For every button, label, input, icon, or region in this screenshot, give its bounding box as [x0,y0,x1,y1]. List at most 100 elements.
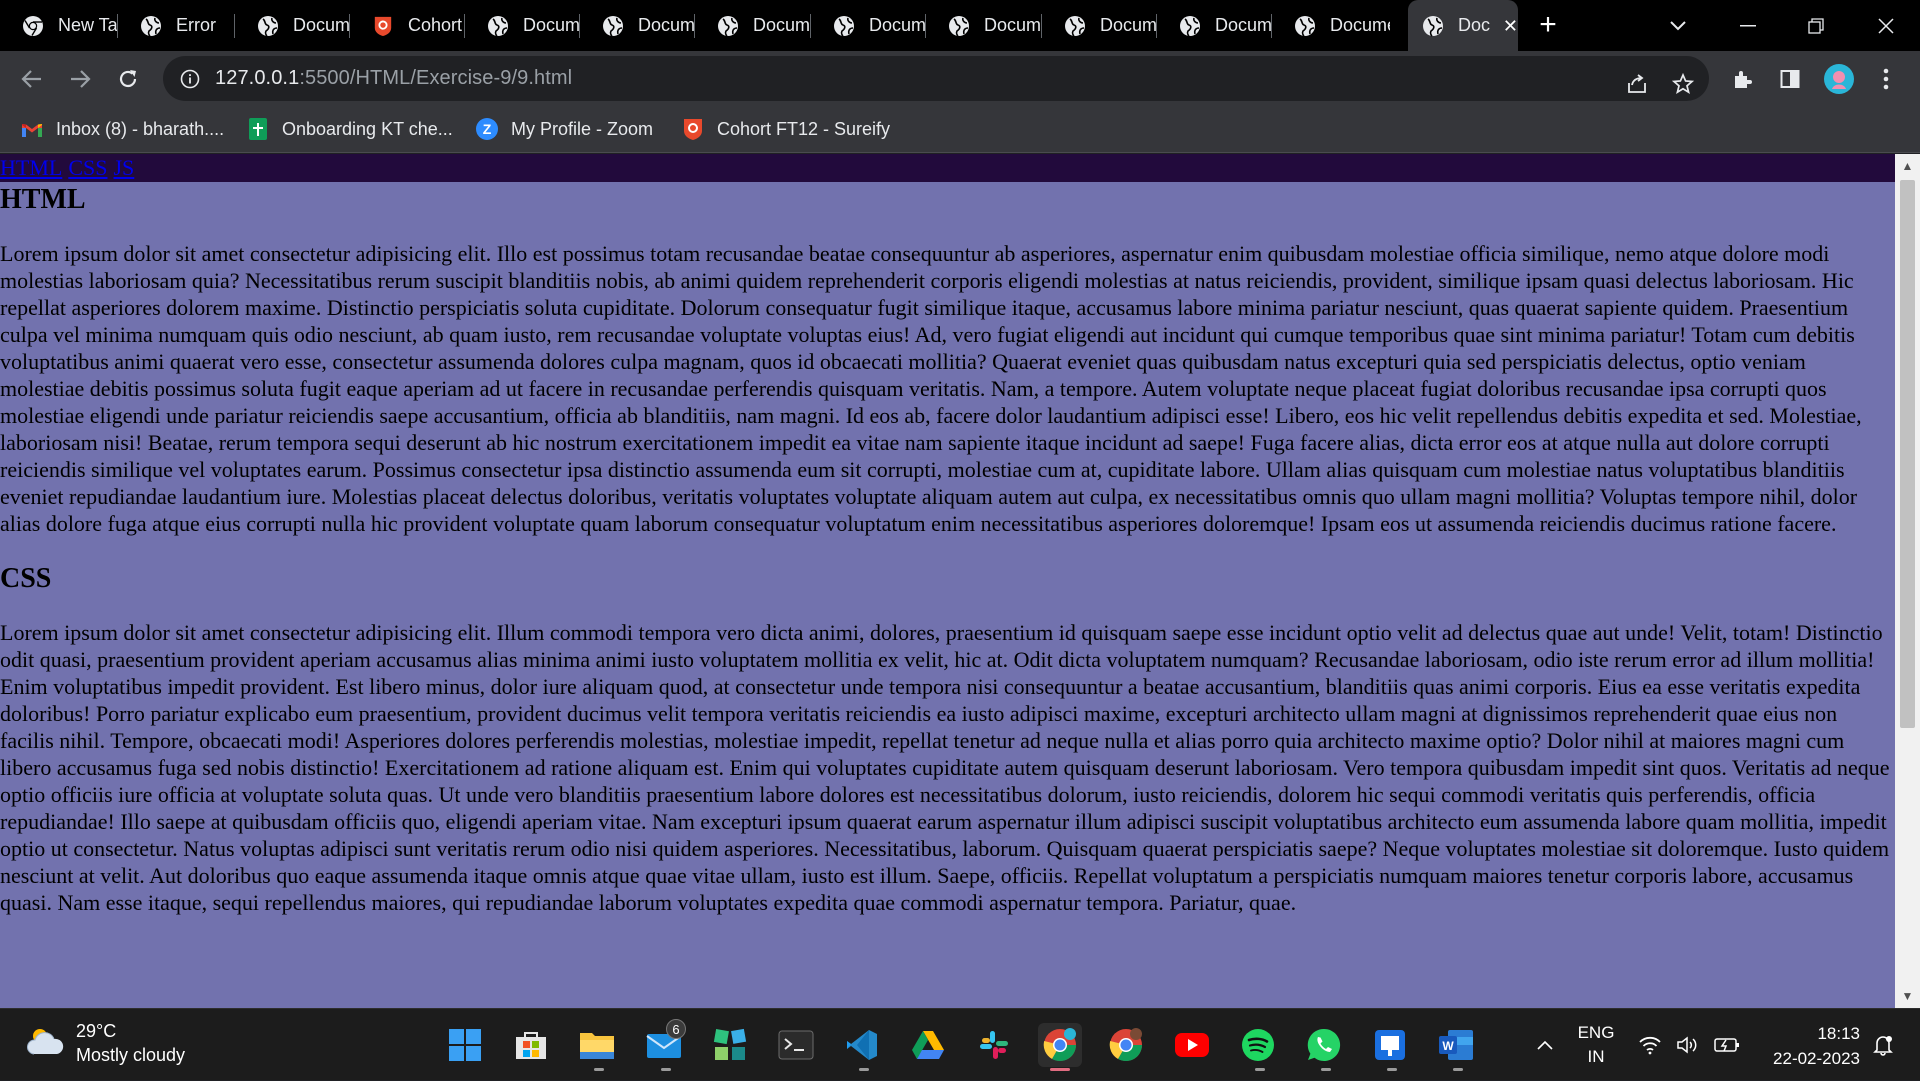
slack-icon[interactable] [972,1023,1016,1067]
wifi-icon[interactable] [1636,1009,1664,1081]
running-indicator [1255,1068,1265,1071]
cohort-icon [372,15,394,37]
tab[interactable]: Document [235,0,350,51]
bookmark-cohort[interactable]: Cohort FT12 - Sureify [681,116,890,142]
sheets-icon [246,117,270,141]
region-code: IN [1587,1047,1605,1066]
bookmark-label: Inbox (8) - bharath.... [56,118,225,139]
bookmark-label: My Profile - Zoom [511,118,654,139]
chrome-menu-icon[interactable] [1868,61,1904,97]
reload-button[interactable] [110,61,146,97]
volume-icon[interactable] [1674,1009,1702,1081]
tab[interactable]: Error [118,0,235,51]
running-indicator [1387,1068,1397,1071]
globe-icon [1064,15,1086,37]
page-scrollbar[interactable]: ▲ ▼ [1895,154,1920,1008]
url-text: 127.0.0.1:5500/HTML/Exercise-9/9.html [215,67,572,90]
bookmark-zoom[interactable]: Z My Profile - Zoom [475,116,653,142]
section-heading: CSS [0,563,52,594]
tab-title: Document [638,15,695,35]
tab-strip: New TabErrorDocumentCohortDocumentDocume… [0,0,1920,51]
tab[interactable]: Document [1272,0,1390,51]
scroll-down-icon[interactable]: ▼ [1895,984,1920,1008]
minimize-button[interactable] [1718,0,1778,51]
globe-icon [257,15,279,37]
clock-date: 22-02-2023 [1773,1049,1860,1068]
vscode-icon[interactable] [840,1023,884,1067]
tab[interactable]: Document [926,0,1042,51]
tab-active[interactable]: Document ✕ [1408,0,1518,51]
share-icon[interactable] [1619,66,1655,102]
bookmark-onboarding[interactable]: Onboarding KT che... [246,116,453,142]
weather-widget[interactable]: 29°C Mostly cloudy [26,1019,185,1067]
new-tab-button[interactable]: + [1530,8,1566,44]
tab[interactable]: Document [1042,0,1157,51]
start-icon[interactable] [443,1023,487,1067]
tab-search-icon[interactable] [1648,0,1708,51]
show-hidden-icons-icon[interactable] [1530,1009,1560,1081]
tab-title: New Tab [58,15,118,35]
todo-icon[interactable] [1368,1023,1412,1067]
section-css: CSS Lorem ipsum dolor sit amet consectet… [0,561,1895,916]
forward-button[interactable] [62,61,98,97]
mail-icon[interactable]: 6 [642,1019,686,1067]
tab[interactable]: New Tab [0,0,118,51]
widgets-icon[interactable] [708,1023,752,1067]
tab[interactable]: Document [1157,0,1272,51]
spotify-icon[interactable] [1236,1023,1280,1067]
running-indicator [594,1068,604,1071]
site-info-icon[interactable] [179,68,201,90]
file-explorer-icon[interactable] [575,1023,619,1067]
tab-title: Document [869,15,926,35]
tab[interactable]: Document [465,0,580,51]
scroll-up-icon[interactable]: ▲ [1895,154,1920,178]
browser-toolbar: 127.0.0.1:5500/HTML/Exercise-9/9.html [0,51,1920,106]
battery-icon[interactable] [1712,1009,1742,1081]
page-viewport: HTML CSS JS HTML Lorem ipsum dolor sit a… [0,154,1895,1008]
page-navbar: HTML CSS JS [0,154,1895,182]
gmail-icon [20,117,44,141]
extensions-icon[interactable] [1724,61,1760,97]
nav-link-js[interactable]: JS [113,155,134,181]
zoom-icon: Z [475,117,499,141]
language-code: ENG [1577,1023,1615,1042]
tab[interactable]: Cohort [350,0,465,51]
language-indicator[interactable]: ENG IN [1570,1009,1622,1081]
globe-icon [948,15,970,37]
tab[interactable]: Document [580,0,695,51]
profile-avatar[interactable] [1821,61,1857,97]
scrollbar-thumb[interactable] [1900,180,1915,728]
address-bar[interactable]: 127.0.0.1:5500/HTML/Exercise-9/9.html [163,56,1709,101]
tab[interactable]: Document [811,0,926,51]
whatsapp-icon[interactable] [1302,1023,1346,1067]
google-drive-icon[interactable] [906,1023,950,1067]
close-window-button[interactable] [1856,0,1916,51]
tab[interactable]: Document [695,0,811,51]
store-icon[interactable] [509,1023,553,1067]
nav-link-html[interactable]: HTML [0,155,62,181]
side-panel-icon[interactable] [1772,61,1808,97]
tab-title: Document [753,15,811,35]
bookmarks-bar: Inbox (8) - bharath.... Onboarding KT ch… [0,106,1920,153]
close-tab-icon[interactable]: ✕ [1503,17,1518,35]
weather-desc: Mostly cloudy [76,1045,186,1065]
globe-icon [1179,15,1201,37]
chrome-profile-icon[interactable] [1104,1023,1148,1067]
bookmark-label: Cohort FT12 - Sureify [717,118,891,139]
word-icon[interactable]: W [1434,1023,1478,1067]
clock[interactable]: 18:13 22-02-2023 [1760,1021,1860,1071]
bookmark-inbox[interactable]: Inbox (8) - bharath.... [20,116,224,142]
back-button[interactable] [14,61,50,97]
notifications-icon[interactable] [1868,1009,1898,1081]
nav-link-css[interactable]: CSS [68,155,107,181]
running-indicator [859,1068,869,1071]
chrome-icon[interactable] [1038,1023,1082,1067]
globe-icon [602,15,624,37]
restore-button[interactable] [1786,0,1846,51]
terminal-icon[interactable] [774,1023,818,1067]
bookmark-star-icon[interactable] [1665,66,1701,102]
svg-text:W: W [1442,1039,1454,1053]
tab-title: Error [176,15,216,35]
youtube-icon[interactable] [1170,1023,1214,1067]
globe-icon [717,15,739,37]
